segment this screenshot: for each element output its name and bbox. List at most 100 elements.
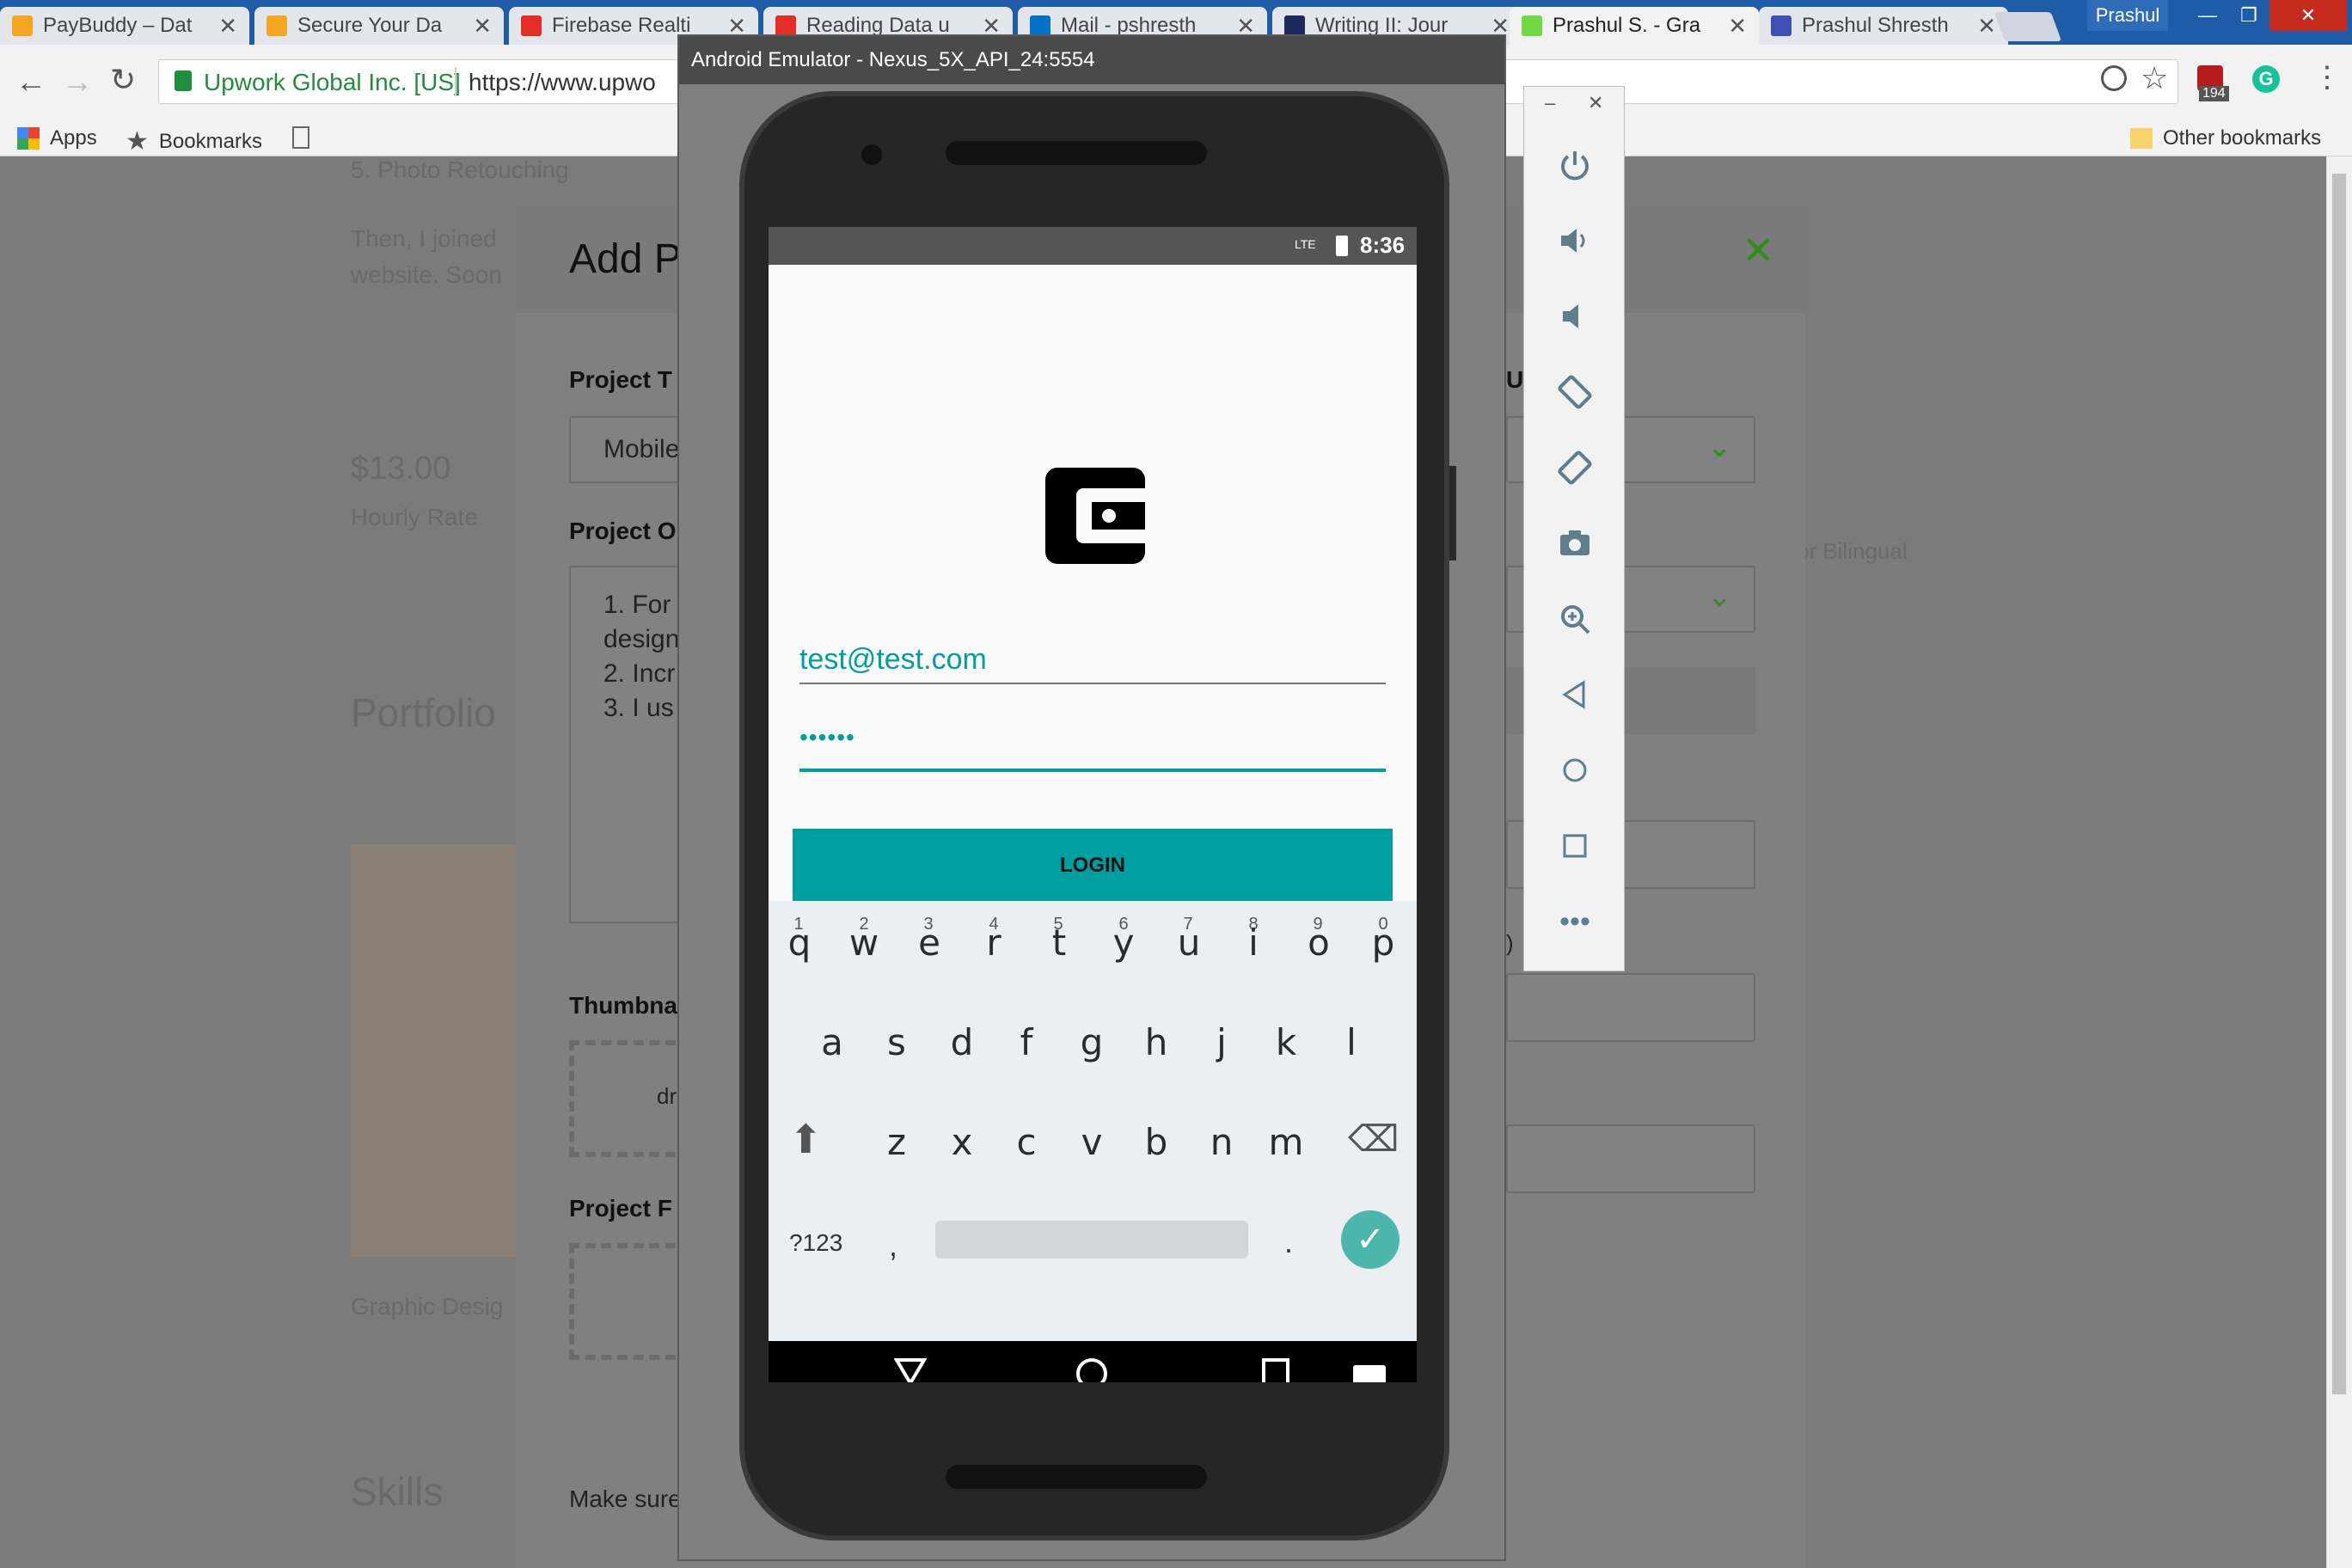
volume-up-icon[interactable] (1552, 217, 1598, 264)
portfolio-heading: Portfolio (351, 690, 496, 735)
text-input[interactable] (1506, 973, 1755, 1042)
key-n[interactable]: n (1196, 1121, 1247, 1163)
thumbnail-label: Thumbna (569, 992, 677, 1019)
background-text: or Bilingual (1797, 538, 1908, 564)
key-c[interactable]: c (1001, 1121, 1052, 1163)
bookmark-folder[interactable]: ★ Bookmarks (126, 126, 262, 156)
folder-icon (2130, 128, 2153, 149)
tab-label: Secure Your Da (297, 14, 443, 37)
bookmark-label: Bookmarks (158, 129, 262, 153)
backspace-icon[interactable]: ⌫ (1348, 1118, 1399, 1160)
key-z[interactable]: z (871, 1121, 922, 1163)
password-field[interactable]: •••••• (799, 724, 855, 751)
home-icon[interactable] (1552, 747, 1598, 793)
key-e[interactable]: e (903, 922, 955, 964)
key-t[interactable]: t (1033, 922, 1085, 964)
close-icon[interactable]: ✕ (473, 13, 492, 40)
key-h[interactable]: h (1130, 1021, 1182, 1063)
page-scrollbar[interactable] (2326, 156, 2352, 1568)
close-icon[interactable]: ✕ (1588, 92, 1603, 114)
key-y[interactable]: y (1098, 922, 1149, 964)
key-d[interactable]: d (936, 1021, 988, 1063)
youtube-icon (521, 15, 542, 36)
project-files-label: Project F (569, 1195, 672, 1222)
browser-tab[interactable]: PayBuddy – Dat ✕ (0, 7, 249, 45)
key-v[interactable]: v (1066, 1121, 1118, 1163)
device-screen: LTE 8:36 test@test.com •••••• LOGIN 1 2 … (769, 227, 1417, 1382)
scrollbar-thumb[interactable] (2332, 174, 2346, 1394)
translate-icon[interactable] (2101, 65, 2127, 91)
browser-tab-active[interactable]: Prashul S. - Gra ✕ (1510, 7, 1759, 45)
key-x[interactable]: x (936, 1121, 988, 1163)
volume-down-icon[interactable] (1552, 293, 1598, 340)
key-f[interactable]: f (1001, 1021, 1052, 1063)
overview-icon[interactable] (1552, 823, 1598, 869)
minimize-icon[interactable]: – (1545, 92, 1555, 114)
rotate-left-icon[interactable] (1552, 369, 1598, 415)
site-icon (1771, 15, 1792, 36)
new-tab-button[interactable] (1994, 12, 2062, 41)
grammarly-icon[interactable]: G (2252, 65, 2280, 93)
spacebar[interactable] (935, 1221, 1248, 1259)
zoom-icon[interactable] (1552, 596, 1598, 642)
key-r[interactable]: r (968, 922, 1020, 964)
screenshot-camera-icon[interactable] (1552, 520, 1598, 567)
emulator-title: Android Emulator - Nexus_5X_API_24:5554 (679, 36, 1504, 84)
bookmark-page[interactable] (292, 126, 309, 149)
login-button[interactable]: LOGIN (793, 829, 1393, 903)
close-icon[interactable]: ✕ (1977, 13, 1996, 40)
email-field[interactable]: test@test.com (799, 643, 987, 677)
browser-tab[interactable]: Prashul Shresth ✕ (1759, 7, 2008, 45)
text-input[interactable] (1506, 1124, 1755, 1193)
key-u[interactable]: u (1163, 922, 1215, 964)
key-w[interactable]: w (838, 922, 890, 964)
close-icon[interactable]: ✕ (218, 13, 237, 40)
power-icon[interactable] (1552, 142, 1598, 188)
tab-label: Prashul Shresth (1802, 14, 1949, 37)
status-bar: LTE 8:36 (769, 227, 1417, 265)
key-g[interactable]: g (1066, 1021, 1118, 1063)
more-options-icon[interactable]: ••• (1552, 898, 1598, 945)
key-p[interactable]: p (1357, 922, 1409, 964)
home-nav-icon[interactable] (1076, 1358, 1107, 1382)
restore-button[interactable]: ❐ (2228, 0, 2269, 31)
close-icon[interactable]: ✕ (1728, 13, 1747, 40)
key-j[interactable]: j (1196, 1021, 1247, 1063)
shift-icon[interactable]: ⬆ (789, 1116, 823, 1162)
forward-icon[interactable]: → (62, 64, 93, 100)
reload-icon[interactable]: ↻ (110, 62, 136, 98)
firebase-icon (12, 15, 33, 36)
rotate-right-icon[interactable] (1552, 444, 1598, 491)
browser-tab[interactable]: Secure Your Da ✕ (254, 7, 504, 45)
back-nav-icon[interactable] (894, 1357, 927, 1382)
minimize-button[interactable]: — (2187, 0, 2228, 31)
symbols-key[interactable]: ?123 (789, 1229, 842, 1257)
back-icon[interactable]: ← (15, 64, 46, 100)
key-o[interactable]: o (1293, 922, 1344, 964)
key-s[interactable]: s (871, 1021, 922, 1063)
bookmark-apps[interactable]: Apps (17, 126, 97, 150)
key-b[interactable]: b (1130, 1121, 1182, 1163)
modal-title: Add P (569, 236, 682, 282)
star-icon[interactable]: ☆ (2141, 60, 2168, 96)
done-check-icon[interactable]: ✓ (1341, 1210, 1400, 1269)
recents-nav-icon[interactable] (1262, 1358, 1289, 1382)
site-identity: Upwork Global Inc. [US] (204, 69, 461, 95)
bookmark-other[interactable]: Other bookmarks (2130, 126, 2321, 150)
bookmark-label: Other bookmarks (2163, 126, 2322, 150)
period-key[interactable]: . (1284, 1224, 1293, 1260)
key-l[interactable]: l (1326, 1021, 1377, 1063)
key-k[interactable]: k (1260, 1021, 1312, 1063)
comma-key[interactable]: , (889, 1228, 897, 1264)
key-m[interactable]: m (1260, 1121, 1312, 1163)
url-text[interactable]: https://www.upwo (469, 69, 656, 96)
close-icon[interactable]: ✕ (1742, 227, 1775, 273)
back-icon[interactable] (1552, 671, 1598, 718)
profile-button[interactable]: Prashul (2087, 0, 2168, 31)
close-window-button[interactable]: ✕ (2269, 0, 2347, 31)
menu-icon[interactable]: ⋮ (2312, 60, 2342, 95)
keyboard-nav-icon[interactable] (1353, 1365, 1386, 1382)
key-i[interactable]: i (1228, 922, 1279, 964)
key-q[interactable]: q (774, 922, 825, 964)
key-a[interactable]: a (806, 1021, 858, 1063)
